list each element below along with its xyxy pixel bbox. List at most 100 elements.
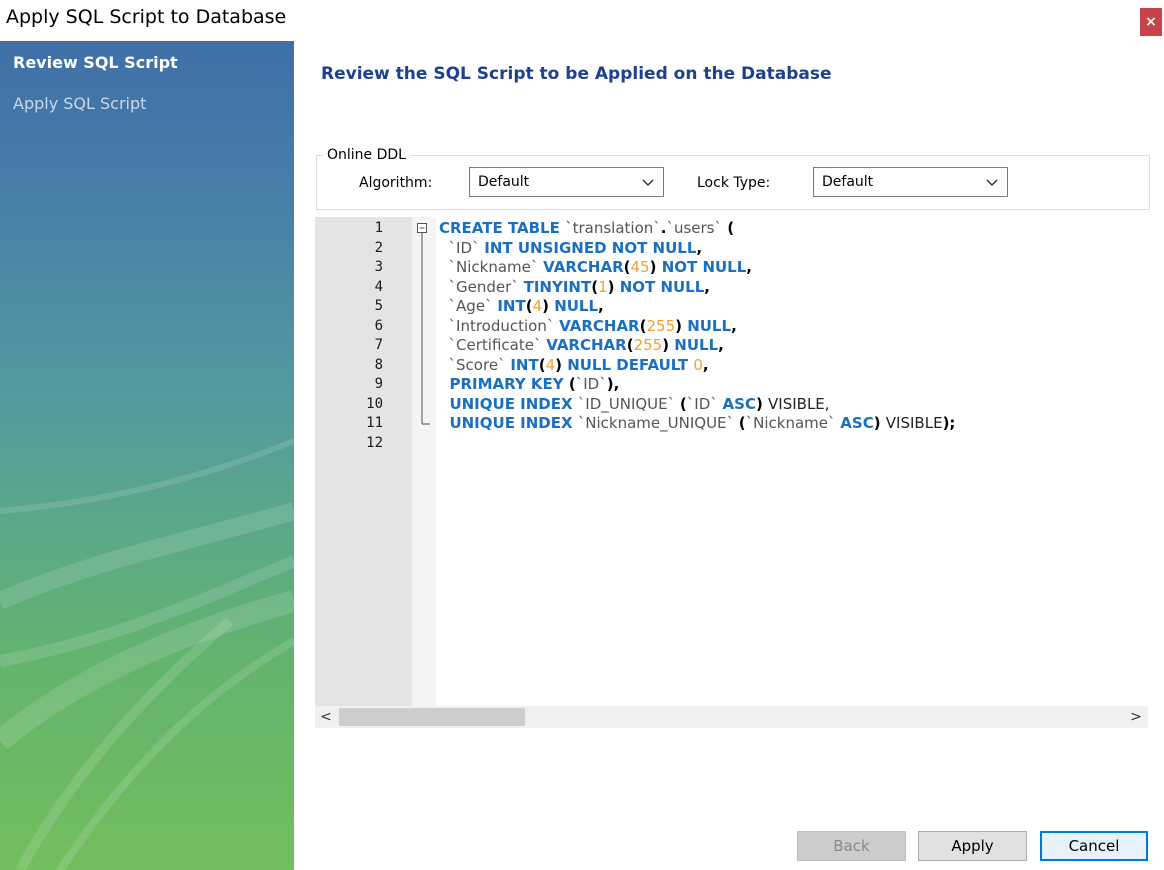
code-token: `ID` [575,375,607,393]
close-icon: × [1145,14,1157,30]
line-number: 6 [374,317,383,334]
code-line: `Certificate` VARCHAR(255) NULL, [439,336,724,356]
step-review-sql-script: Review SQL Script [13,53,178,72]
code-line: `Gender` TINYINT(1) NOT NULL, [439,278,710,298]
cancel-button[interactable]: Cancel [1040,831,1148,861]
code-token: INT [497,297,526,315]
code-token: ( [738,414,746,432]
code-token: ) [755,394,769,413]
line-number: 1 [374,220,383,236]
code-token: , [702,355,709,374]
line-number: 7 [374,337,383,353]
code-token: ( [525,297,533,315]
code-token: TINYINT [523,277,592,296]
algorithm-label: Algorithm: [359,175,433,191]
title-bar: Apply SQL Script to Database × [0,0,1164,40]
code-token: ( [722,219,735,237]
code-token: NULL [674,336,719,354]
code-token: ( [623,258,631,276]
online-ddl-legend: Online DDL [323,147,410,163]
code-token: 255 [633,336,663,354]
scroll-left-button[interactable]: < [317,708,335,726]
wizard-sidebar: Review SQL Script Apply SQL Script [0,41,294,870]
code-token: ) [873,414,886,432]
line-number-gutter: 1 2 3 4 5 6 7 8 9 10 11 12 [315,217,412,706]
code-line: `Nickname` VARCHAR(45) NOT NULL, [439,258,752,278]
code-line: `Introduction` VARCHAR(255) NULL, [439,317,737,337]
code-token: , [731,316,737,335]
code-token: UNIQUE INDEX [439,394,578,413]
code-token: `ID_UNIQUE` [577,394,680,413]
code-token: 4 [545,355,556,374]
sql-editor[interactable]: 1 2 3 4 5 6 7 8 9 10 11 12 CREATE TABLE `translatio… [315,217,1148,706]
code-token: `Certificate` [439,336,547,354]
code-token: VARCHAR [543,258,624,276]
code-line: CREATE TABLE `translation`.`users` ( [439,219,734,239]
code-token: NULL [687,316,732,335]
code-token: `Introduction` [439,316,560,335]
chevron-down-icon [986,179,998,186]
code-token: 4 [532,297,543,315]
code-token: ASC [722,394,756,413]
code-token: ) [649,258,662,276]
chevron-right-icon: > [1130,709,1142,725]
code-token: ), [606,375,620,393]
code-line: `Score` INT(4) NULL DEFAULT 0, [439,356,709,376]
line-number: 8 [374,356,383,373]
code-token: ) [555,355,568,374]
code-token: `Nickname` [439,258,544,276]
code-token: `ID` [439,238,485,257]
step-apply-sql-script: Apply SQL Script [13,94,147,113]
code-token: , [718,336,724,354]
window-title: Apply SQL Script to Database [6,6,287,28]
chevron-left-icon: < [320,709,332,725]
code-token: VARCHAR [559,316,640,335]
line-number: 10 [366,395,383,412]
sidebar-decoration [0,438,294,870]
code-token: ( [538,355,546,374]
code-token: INT [510,355,539,374]
code-token: NULL DEFAULT [567,355,694,374]
fold-margin [412,217,436,706]
code-token: NOT NULL [619,277,705,296]
apply-button[interactable]: Apply [918,831,1027,861]
code-token: NULL [554,297,599,315]
line-number: 4 [374,278,383,295]
algorithm-select[interactable]: Default [469,167,664,197]
code-token: 1 [598,277,608,296]
code-token: , [696,238,703,257]
code-token: ) [662,336,675,354]
scrollbar-thumb[interactable] [339,708,525,726]
code-token: CREATE TABLE [439,219,566,237]
back-button[interactable]: Back [797,831,906,861]
code-line: `ID` INT UNSIGNED NOT NULL, [439,238,703,259]
code-token: VARCHAR [546,336,627,354]
chevron-down-icon [642,179,654,186]
code-token: , [746,258,752,276]
close-button[interactable]: × [1140,8,1162,36]
code-token: `Score` [439,355,511,374]
code-token: ) [542,297,555,315]
lock-type-select[interactable]: Default [813,167,1008,197]
code-token: ) [675,316,688,335]
code-token: INT UNSIGNED NOT NULL [484,238,697,257]
code-token: `translation` [565,219,661,237]
code-token: ); [942,414,956,432]
code-token: VISIBLE, [768,394,830,413]
horizontal-scrollbar[interactable]: < > [315,706,1148,728]
code-token: `users` [666,219,722,237]
line-number: 2 [374,239,383,256]
code-token: 255 [646,316,676,335]
line-number: 5 [374,298,383,314]
code-token: ( [626,336,634,354]
code-token: ) [607,277,620,296]
algorithm-select-value: Default [478,174,530,190]
scroll-right-button[interactable]: > [1127,708,1145,726]
code-token: UNIQUE INDEX [439,414,578,432]
code-token: NOT NULL [661,258,747,276]
code-line: UNIQUE INDEX `ID_UNIQUE` (`ID` ASC) VISI… [439,394,830,415]
code-token: 45 [630,258,650,276]
lock-type-label: Lock Type: [697,175,771,191]
code-token: ( [568,375,576,393]
code-token: PRIMARY KEY [439,375,569,393]
